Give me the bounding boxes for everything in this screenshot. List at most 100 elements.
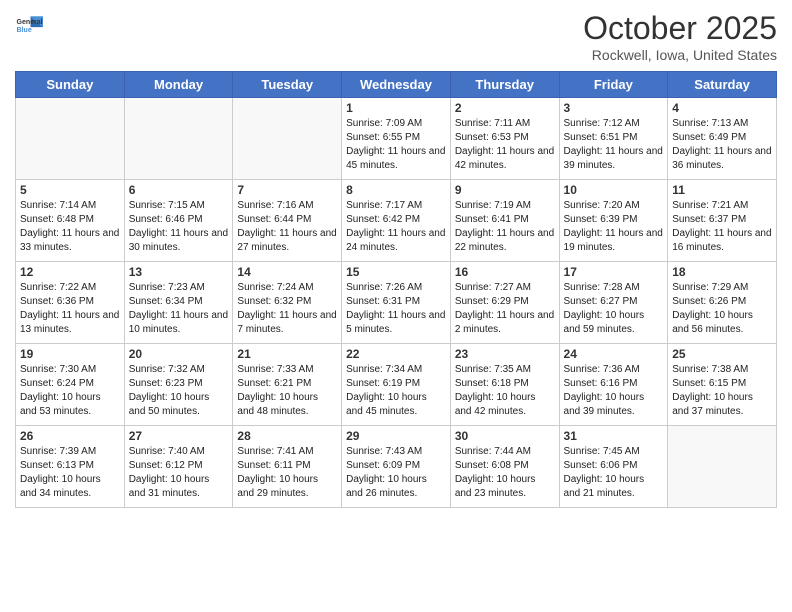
calendar-cell: 4Sunrise: 7:13 AM Sunset: 6:49 PM Daylig… (668, 98, 777, 180)
day-number: 31 (564, 429, 664, 443)
cell-text: Sunrise: 7:40 AM Sunset: 6:12 PM Dayligh… (129, 445, 229, 501)
cell-text: Sunrise: 7:14 AM Sunset: 6:48 PM Dayligh… (20, 199, 120, 255)
cell-text: Sunrise: 7:30 AM Sunset: 6:24 PM Dayligh… (20, 363, 120, 419)
cell-text: Sunrise: 7:17 AM Sunset: 6:42 PM Dayligh… (346, 199, 446, 255)
svg-text:General: General (17, 19, 43, 26)
day-number: 25 (672, 347, 772, 361)
col-header-wednesday: Wednesday (342, 72, 451, 98)
col-header-tuesday: Tuesday (233, 72, 342, 98)
day-number: 29 (346, 429, 446, 443)
calendar-cell: 8 Sunrise: 7:17 AM Sunset: 6:42 PM Daylig… (342, 180, 451, 262)
cell-text: Sunrise: 7:45 AM Sunset: 6:06 PM Dayligh… (564, 445, 664, 501)
page-container: General Blue October 2025 Rockwell, Iowa… (0, 0, 792, 518)
cell-text: Sunrise: 7:35 AM Sunset: 6:18 PM Dayligh… (455, 363, 555, 419)
logo-icon: General Blue (15, 10, 43, 38)
day-number: 7 (237, 183, 337, 197)
location-subtitle: Rockwell, Iowa, United States (583, 47, 777, 63)
cell-text: Sunrise: 7:33 AM Sunset: 6:21 PM Dayligh… (237, 363, 337, 419)
cell-text: Sunrise: 7:20 AM Sunset: 6:39 PM Dayligh… (564, 199, 664, 255)
calendar-cell: 9 Sunrise: 7:19 AM Sunset: 6:41 PM Daylig… (450, 180, 559, 262)
header: General Blue October 2025 Rockwell, Iowa… (15, 10, 777, 63)
day-number: 3 (564, 101, 664, 115)
day-number: 8 (346, 183, 446, 197)
cell-text: Sunrise: 7:39 AM Sunset: 6:13 PM Dayligh… (20, 445, 120, 501)
calendar-cell: 12Sunrise: 7:22 AM Sunset: 6:36 PM Dayli… (16, 262, 125, 344)
day-number: 28 (237, 429, 337, 443)
week-row-4: 19 Sunrise: 7:30 AM Sunset: 6:24 PM Dayli… (16, 344, 777, 426)
day-number: 30 (455, 429, 555, 443)
day-number: 4 (672, 101, 772, 115)
calendar-cell: 30 Sunrise: 7:44 AM Sunset: 6:08 PM Dayli… (450, 426, 559, 508)
svg-text:Blue: Blue (17, 27, 32, 34)
calendar-cell: 22Sunrise: 7:34 AM Sunset: 6:19 PM Dayli… (342, 344, 451, 426)
calendar-cell: 2 Sunrise: 7:11 AM Sunset: 6:53 PM Daylig… (450, 98, 559, 180)
calendar-cell: 18 Sunrise: 7:29 AM Sunset: 6:26 PM Dayli… (668, 262, 777, 344)
calendar-cell: 29 Sunrise: 7:43 AM Sunset: 6:09 PM Dayli… (342, 426, 451, 508)
day-number: 21 (237, 347, 337, 361)
week-row-2: 5 Sunrise: 7:14 AM Sunset: 6:48 PM Daylig… (16, 180, 777, 262)
cell-text: Sunrise: 7:21 AM Sunset: 6:37 PM Dayligh… (672, 199, 772, 255)
calendar-cell: 11 Sunrise: 7:21 AM Sunset: 6:37 PM Dayli… (668, 180, 777, 262)
day-number: 15 (346, 265, 446, 279)
col-header-sunday: Sunday (16, 72, 125, 98)
day-number: 18 (672, 265, 772, 279)
calendar-cell (124, 98, 233, 180)
calendar-cell: 28 Sunrise: 7:41 AM Sunset: 6:11 PM Dayli… (233, 426, 342, 508)
day-number: 5 (20, 183, 120, 197)
header-row: SundayMondayTuesdayWednesdayThursdayFrid… (16, 72, 777, 98)
cell-text: Sunrise: 7:28 AM Sunset: 6:27 PM Dayligh… (564, 281, 664, 337)
title-block: October 2025 Rockwell, Iowa, United Stat… (583, 10, 777, 63)
day-number: 6 (129, 183, 229, 197)
day-number: 2 (455, 101, 555, 115)
day-number: 22 (346, 347, 446, 361)
calendar-cell: 26Sunrise: 7:39 AM Sunset: 6:13 PM Dayli… (16, 426, 125, 508)
calendar-cell (233, 98, 342, 180)
cell-text: Sunrise: 7:38 AM Sunset: 6:15 PM Dayligh… (672, 363, 772, 419)
day-number: 20 (129, 347, 229, 361)
calendar-cell: 5 Sunrise: 7:14 AM Sunset: 6:48 PM Daylig… (16, 180, 125, 262)
cell-text: Sunrise: 7:44 AM Sunset: 6:08 PM Dayligh… (455, 445, 555, 501)
month-title: October 2025 (583, 10, 777, 47)
cell-text: Sunrise: 7:41 AM Sunset: 6:11 PM Dayligh… (237, 445, 337, 501)
week-row-3: 12Sunrise: 7:22 AM Sunset: 6:36 PM Dayli… (16, 262, 777, 344)
day-number: 9 (455, 183, 555, 197)
cell-text: Sunrise: 7:43 AM Sunset: 6:09 PM Dayligh… (346, 445, 446, 501)
calendar-cell (16, 98, 125, 180)
cell-text: Sunrise: 7:24 AM Sunset: 6:32 PM Dayligh… (237, 281, 337, 337)
calendar-cell (668, 426, 777, 508)
calendar-cell: 20Sunrise: 7:32 AM Sunset: 6:23 PM Dayli… (124, 344, 233, 426)
calendar-cell: 23 Sunrise: 7:35 AM Sunset: 6:18 PM Dayli… (450, 344, 559, 426)
day-number: 14 (237, 265, 337, 279)
cell-text: Sunrise: 7:11 AM Sunset: 6:53 PM Dayligh… (455, 117, 555, 173)
day-number: 23 (455, 347, 555, 361)
cell-text: Sunrise: 7:29 AM Sunset: 6:26 PM Dayligh… (672, 281, 772, 337)
cell-text: Sunrise: 7:19 AM Sunset: 6:41 PM Dayligh… (455, 199, 555, 255)
cell-text: Sunrise: 7:36 AM Sunset: 6:16 PM Dayligh… (564, 363, 664, 419)
day-number: 11 (672, 183, 772, 197)
calendar-cell: 19 Sunrise: 7:30 AM Sunset: 6:24 PM Dayli… (16, 344, 125, 426)
calendar-cell: 3 Sunrise: 7:12 AM Sunset: 6:51 PM Daylig… (559, 98, 668, 180)
calendar-cell: 16Sunrise: 7:27 AM Sunset: 6:29 PM Dayli… (450, 262, 559, 344)
col-header-thursday: Thursday (450, 72, 559, 98)
cell-text: Sunrise: 7:16 AM Sunset: 6:44 PM Dayligh… (237, 199, 337, 255)
calendar-cell: 31 Sunrise: 7:45 AM Sunset: 6:06 PM Dayli… (559, 426, 668, 508)
col-header-saturday: Saturday (668, 72, 777, 98)
calendar-cell: 13Sunrise: 7:23 AM Sunset: 6:34 PM Dayli… (124, 262, 233, 344)
calendar-table: SundayMondayTuesdayWednesdayThursdayFrid… (15, 71, 777, 508)
cell-text: Sunrise: 7:12 AM Sunset: 6:51 PM Dayligh… (564, 117, 664, 173)
day-number: 16 (455, 265, 555, 279)
day-number: 17 (564, 265, 664, 279)
day-number: 1 (346, 101, 446, 115)
calendar-cell: 10Sunrise: 7:20 AM Sunset: 6:39 PM Dayli… (559, 180, 668, 262)
cell-text: Sunrise: 7:09 AM Sunset: 6:55 PM Dayligh… (346, 117, 446, 173)
calendar-cell: 24Sunrise: 7:36 AM Sunset: 6:16 PM Dayli… (559, 344, 668, 426)
cell-text: Sunrise: 7:26 AM Sunset: 6:31 PM Dayligh… (346, 281, 446, 337)
calendar-cell: 6Sunrise: 7:15 AM Sunset: 6:46 PM Daylig… (124, 180, 233, 262)
day-number: 19 (20, 347, 120, 361)
day-number: 27 (129, 429, 229, 443)
calendar-cell: 25 Sunrise: 7:38 AM Sunset: 6:15 PM Dayli… (668, 344, 777, 426)
calendar-cell: 7 Sunrise: 7:16 AM Sunset: 6:44 PM Daylig… (233, 180, 342, 262)
calendar-cell: 21 Sunrise: 7:33 AM Sunset: 6:21 PM Dayli… (233, 344, 342, 426)
col-header-friday: Friday (559, 72, 668, 98)
calendar-cell: 1 Sunrise: 7:09 AM Sunset: 6:55 PM Daylig… (342, 98, 451, 180)
